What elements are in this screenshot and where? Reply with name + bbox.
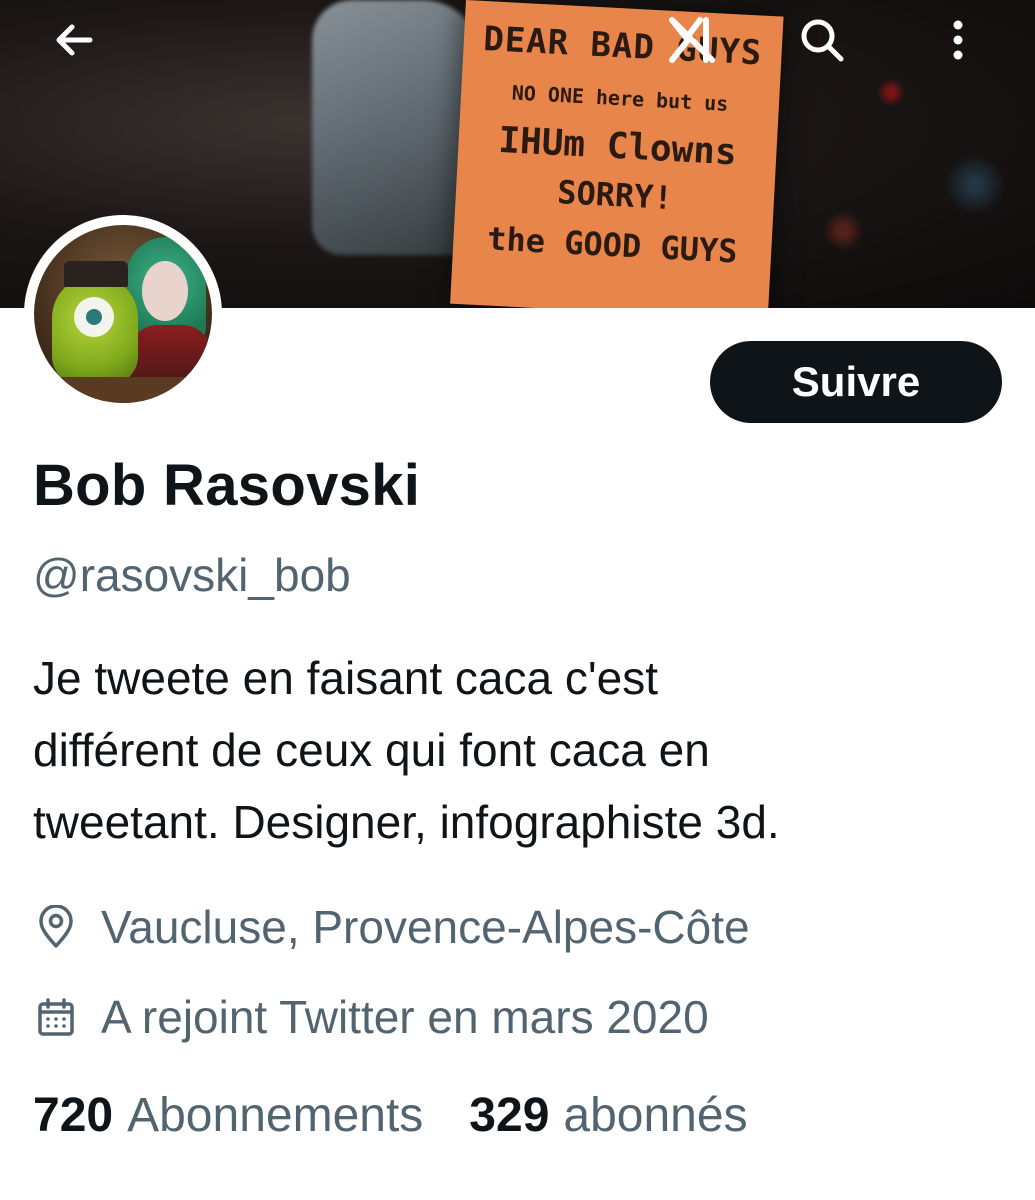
arrow-left-icon bbox=[56, 24, 93, 56]
avatar-image bbox=[34, 225, 212, 403]
more-vertical-icon bbox=[953, 20, 963, 60]
avatar[interactable] bbox=[24, 215, 222, 413]
x-logo-button[interactable] bbox=[666, 14, 718, 66]
avatar-eye bbox=[74, 297, 114, 337]
followers-label: abonnés bbox=[563, 1089, 748, 1142]
avatar-face bbox=[142, 261, 188, 321]
bio-line: tweetant. Designer, infographiste 3d. bbox=[33, 796, 780, 848]
bio-line: différent de ceux qui font caca en bbox=[33, 724, 710, 776]
followers-count: 329 bbox=[469, 1089, 550, 1142]
sign-line: IHUm Clowns bbox=[497, 119, 738, 174]
sign-line: SORRY! bbox=[556, 173, 674, 218]
following-label: Abonnements bbox=[127, 1089, 424, 1142]
back-button[interactable] bbox=[48, 14, 100, 66]
profile-location: Vaucluse, Provence-Alpes-Côte bbox=[33, 900, 750, 954]
profile-name: Bob Rasovski bbox=[33, 453, 421, 518]
follow-button[interactable]: Suivre bbox=[710, 341, 1002, 423]
sign-line: the GOOD GUYS bbox=[486, 219, 739, 271]
calendar-icon bbox=[33, 994, 79, 1040]
x-logo-icon bbox=[669, 17, 715, 63]
banner-sign: DEAR BAD GUYS NO ONE here but us IHUm Cl… bbox=[450, 0, 784, 308]
search-icon bbox=[801, 19, 844, 62]
following-count: 720 bbox=[33, 1089, 114, 1142]
location-pin-icon bbox=[33, 904, 79, 950]
followers-link[interactable]: 329 abonnés bbox=[469, 1088, 747, 1143]
location-text: Vaucluse, Provence-Alpes-Côte bbox=[101, 901, 750, 953]
profile-stats: 720 Abonnements 329 abonnés bbox=[33, 1088, 748, 1143]
profile-handle: @rasovski_bob bbox=[33, 549, 351, 601]
more-options-button[interactable] bbox=[932, 14, 984, 66]
bio-line: Je tweete en faisant caca c'est bbox=[33, 652, 659, 704]
sign-line: DEAR BAD GUYS bbox=[482, 18, 764, 74]
avatar-hat bbox=[64, 261, 128, 287]
search-button[interactable] bbox=[796, 14, 848, 66]
profile-join-date: A rejoint Twitter en mars 2020 bbox=[33, 990, 709, 1044]
profile-bio: Je tweete en faisant caca c'est différen… bbox=[33, 642, 1013, 858]
join-date-text: A rejoint Twitter en mars 2020 bbox=[101, 991, 709, 1043]
sign-line: NO ONE here but us bbox=[511, 80, 729, 116]
avatar-table bbox=[34, 377, 212, 403]
following-link[interactable]: 720 Abonnements bbox=[33, 1088, 423, 1143]
